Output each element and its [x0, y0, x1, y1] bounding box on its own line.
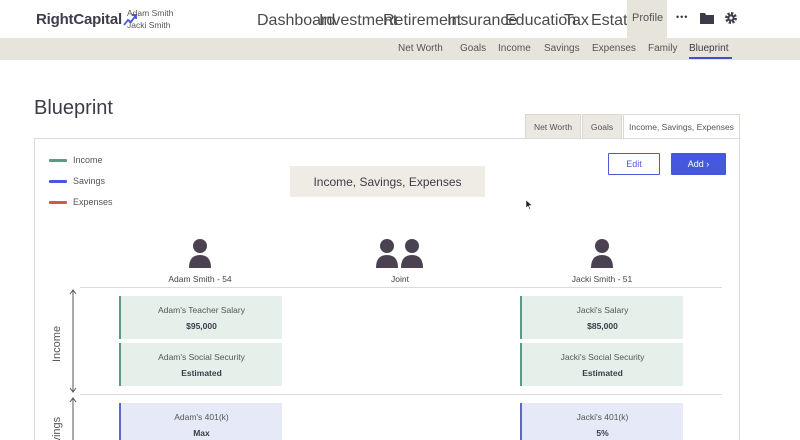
card-title: Adam's 401(k)	[174, 411, 229, 422]
card-title: Jacki's Salary	[576, 304, 629, 315]
person-icon	[189, 239, 211, 268]
income-card-adam-salary[interactable]: Adam's Teacher Salary $95,000	[119, 296, 282, 339]
savings-section-label: Savings	[51, 416, 63, 440]
card-title: Adam's Teacher Salary	[158, 304, 245, 315]
legend-income: Income	[49, 155, 103, 165]
legend-income-label: Income	[73, 155, 103, 165]
view-tab-goals[interactable]: Goals	[582, 114, 622, 138]
edit-button[interactable]: Edit	[608, 153, 660, 175]
view-tab-income-savings-expenses[interactable]: Income, Savings, Expenses	[623, 114, 740, 138]
card-value: Estimated	[582, 367, 623, 378]
card-title: Jacki's Social Security	[560, 351, 645, 362]
section-divider	[80, 394, 722, 395]
savings-card-adam-401k[interactable]: Adam's 401(k) Max	[119, 403, 282, 440]
mouse-cursor-icon	[526, 200, 533, 210]
section-divider	[80, 287, 722, 288]
brand-name: RightCapital	[36, 11, 122, 28]
subnav-blueprint[interactable]: Blueprint	[689, 43, 728, 54]
savings-card-jacki-401k[interactable]: Jacki's 401(k) 5%	[520, 403, 683, 440]
card-value: $85,000	[587, 320, 618, 331]
rightcapital-logo[interactable]: RightCapital	[36, 11, 137, 28]
legend-income-swatch	[49, 158, 67, 162]
person-adam: Adam Smith - 54	[150, 238, 250, 284]
profile-subnav: Net Worth Goals Income Savings Expenses …	[0, 38, 800, 60]
add-button[interactable]: Add ›	[671, 153, 726, 175]
spouse-user-name: Jacki Smith	[127, 20, 171, 30]
top-navigation-bar: RightCapital Adam Smith Jacki Smith Dash…	[0, 0, 800, 38]
income-card-jacki-social-security[interactable]: Jacki's Social Security Estimated	[520, 343, 683, 386]
nav-profile[interactable]: Profile	[627, 0, 667, 38]
subnav-family[interactable]: Family	[648, 43, 677, 54]
joint-people-icon	[376, 239, 423, 268]
primary-user-name: Adam Smith	[127, 8, 174, 18]
income-axis-arrow	[69, 289, 77, 393]
subnav-goals[interactable]: Goals	[460, 43, 486, 54]
legend-savings-label: Savings	[73, 176, 106, 186]
person-joint: Joint	[350, 238, 450, 284]
card-value: Max	[193, 427, 210, 438]
view-tab-net-worth[interactable]: Net Worth	[525, 114, 581, 138]
legend-savings-swatch	[49, 179, 67, 183]
card-title: Jacki's 401(k)	[576, 411, 629, 422]
income-section-label: Income	[51, 325, 63, 362]
card-title: Adam's Social Security	[158, 351, 245, 362]
household-users[interactable]: Adam Smith Jacki Smith	[127, 7, 173, 31]
savings-axis-arrow	[69, 397, 77, 440]
subnav-expenses[interactable]: Expenses	[592, 43, 636, 54]
page-title: Blueprint	[34, 97, 113, 119]
more-menu-icon[interactable]: •••	[676, 12, 688, 22]
person-jacki-name: Jacki Smith - 51	[571, 274, 633, 284]
subnav-net-worth[interactable]: Net Worth	[398, 43, 443, 54]
legend-expenses-swatch	[49, 200, 67, 204]
folder-icon[interactable]	[700, 12, 714, 24]
card-value: Estimated	[181, 367, 222, 378]
subnav-income[interactable]: Income	[498, 43, 531, 54]
income-card-jacki-salary[interactable]: Jacki's Salary $85,000	[520, 296, 683, 339]
card-value: 5%	[596, 427, 609, 438]
legend-savings: Savings	[49, 176, 105, 186]
gear-icon[interactable]	[724, 11, 738, 25]
person-icon	[591, 239, 613, 268]
subnav-savings[interactable]: Savings	[544, 43, 580, 54]
nav-profile-label: Profile	[632, 12, 664, 24]
active-tab-indicator	[689, 57, 732, 59]
person-jacki: Jacki Smith - 51	[552, 238, 652, 284]
legend-expenses-label: Expenses	[73, 197, 113, 207]
person-adam-name: Adam Smith - 54	[168, 274, 232, 284]
nav-tax[interactable]: Tax	[564, 12, 589, 30]
blueprint-view-label: Income, Savings, Expenses	[290, 166, 485, 197]
card-value: $95,000	[186, 320, 217, 331]
income-card-adam-social-security[interactable]: Adam's Social Security Estimated	[119, 343, 282, 386]
person-joint-name: Joint	[391, 274, 409, 284]
legend-expenses: Expenses	[49, 197, 113, 207]
